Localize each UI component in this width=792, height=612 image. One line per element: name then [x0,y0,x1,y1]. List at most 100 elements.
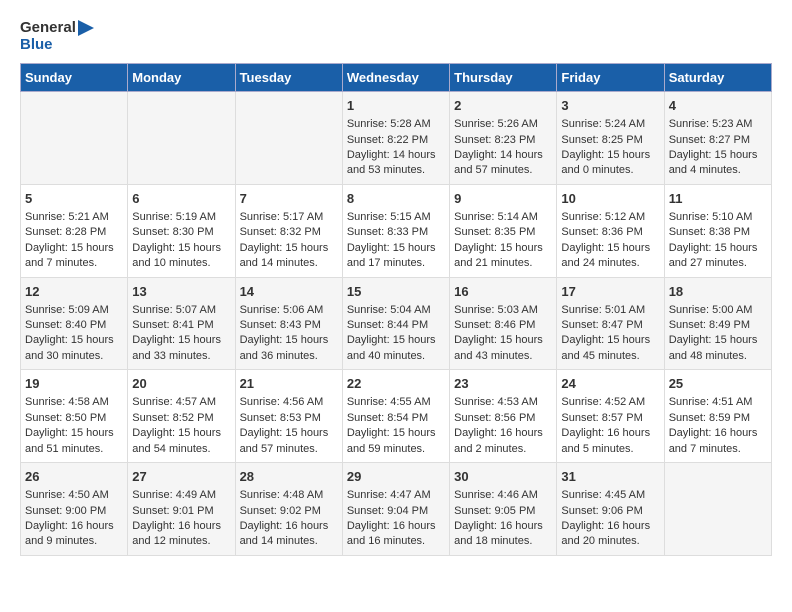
cell-text: Sunrise: 4:55 AM [347,396,431,408]
day-number: 11 [669,190,767,208]
cell-text: Sunset: 9:02 PM [240,505,321,517]
day-number: 17 [561,283,659,301]
cell-text: Sunrise: 4:45 AM [561,489,645,501]
day-number: 27 [132,468,230,486]
cell-text: Daylight: 15 hours [347,334,436,346]
header-day-monday: Monday [128,64,235,92]
cell-text: Daylight: 15 hours [347,427,436,439]
day-number: 22 [347,375,445,393]
day-number: 5 [25,190,123,208]
calendar-cell: 21Sunrise: 4:56 AMSunset: 8:53 PMDayligh… [235,370,342,463]
cell-text: Daylight: 15 hours [132,242,221,254]
cell-text: Sunset: 9:04 PM [347,505,428,517]
cell-text: Daylight: 16 hours [669,427,758,439]
calendar-cell [128,92,235,185]
calendar-cell: 26Sunrise: 4:50 AMSunset: 9:00 PMDayligh… [21,463,128,556]
day-number: 21 [240,375,338,393]
cell-text: Sunrise: 5:17 AM [240,211,324,223]
header-row: SundayMondayTuesdayWednesdayThursdayFrid… [21,64,772,92]
day-number: 10 [561,190,659,208]
cell-text: and 36 minutes. [240,350,318,362]
cell-text: Sunset: 8:23 PM [454,134,535,146]
cell-text: Sunrise: 5:07 AM [132,304,216,316]
day-number: 29 [347,468,445,486]
day-number: 28 [240,468,338,486]
cell-text: and 33 minutes. [132,350,210,362]
week-row-4: 19Sunrise: 4:58 AMSunset: 8:50 PMDayligh… [21,370,772,463]
calendar-cell [21,92,128,185]
cell-text: Daylight: 15 hours [25,242,114,254]
cell-text: and 53 minutes. [347,164,425,176]
calendar-cell: 30Sunrise: 4:46 AMSunset: 9:05 PMDayligh… [450,463,557,556]
cell-text: and 0 minutes. [561,164,633,176]
header-day-thursday: Thursday [450,64,557,92]
cell-text: Sunset: 8:41 PM [132,319,213,331]
calendar-cell [664,463,771,556]
cell-text: Sunrise: 5:00 AM [669,304,753,316]
cell-text: Daylight: 16 hours [561,427,650,439]
cell-text: and 9 minutes. [25,535,97,547]
cell-text: Sunrise: 5:19 AM [132,211,216,223]
cell-text: Sunrise: 4:57 AM [132,396,216,408]
cell-text: Sunset: 8:27 PM [669,134,750,146]
header-day-friday: Friday [557,64,664,92]
cell-text: and 5 minutes. [561,443,633,455]
cell-text: Daylight: 16 hours [454,520,543,532]
day-number: 25 [669,375,767,393]
day-number: 9 [454,190,552,208]
cell-text: Daylight: 15 hours [240,334,329,346]
cell-text: Daylight: 16 hours [347,520,436,532]
cell-text: Daylight: 16 hours [454,427,543,439]
calendar-cell: 10Sunrise: 5:12 AMSunset: 8:36 PMDayligh… [557,184,664,277]
cell-text: Sunset: 8:43 PM [240,319,321,331]
cell-text: Sunrise: 4:51 AM [669,396,753,408]
cell-text: Sunset: 8:59 PM [669,412,750,424]
day-number: 16 [454,283,552,301]
day-number: 1 [347,97,445,115]
cell-text: Daylight: 15 hours [669,242,758,254]
cell-text: Daylight: 15 hours [240,427,329,439]
cell-text: Daylight: 15 hours [25,334,114,346]
cell-text: and 59 minutes. [347,443,425,455]
cell-text: Sunrise: 4:48 AM [240,489,324,501]
day-number: 13 [132,283,230,301]
cell-text: Sunset: 8:46 PM [454,319,535,331]
calendar-cell: 18Sunrise: 5:00 AMSunset: 8:49 PMDayligh… [664,277,771,370]
cell-text: Sunset: 9:05 PM [454,505,535,517]
cell-text: Sunrise: 5:01 AM [561,304,645,316]
cell-text: Sunrise: 5:15 AM [347,211,431,223]
cell-text: Sunset: 9:00 PM [25,505,106,517]
week-row-5: 26Sunrise: 4:50 AMSunset: 9:00 PMDayligh… [21,463,772,556]
cell-text: Sunset: 8:30 PM [132,226,213,238]
cell-text: Sunrise: 4:53 AM [454,396,538,408]
cell-text: Sunset: 8:35 PM [454,226,535,238]
cell-text: and 57 minutes. [240,443,318,455]
cell-text: and 40 minutes. [347,350,425,362]
cell-text: Sunset: 8:36 PM [561,226,642,238]
cell-text: and 43 minutes. [454,350,532,362]
cell-text: Sunset: 8:22 PM [347,134,428,146]
cell-text: Sunrise: 5:10 AM [669,211,753,223]
day-number: 4 [669,97,767,115]
cell-text: Daylight: 14 hours [454,149,543,161]
header-day-wednesday: Wednesday [342,64,449,92]
cell-text: Sunrise: 5:28 AM [347,118,431,130]
day-number: 14 [240,283,338,301]
day-number: 8 [347,190,445,208]
header-day-sunday: Sunday [21,64,128,92]
cell-text: Daylight: 15 hours [561,242,650,254]
calendar-cell: 3Sunrise: 5:24 AMSunset: 8:25 PMDaylight… [557,92,664,185]
cell-text: Daylight: 15 hours [669,334,758,346]
cell-text: and 7 minutes. [669,443,741,455]
cell-text: and 24 minutes. [561,257,639,269]
cell-text: and 51 minutes. [25,443,103,455]
cell-text: Sunrise: 4:49 AM [132,489,216,501]
calendar-cell: 24Sunrise: 4:52 AMSunset: 8:57 PMDayligh… [557,370,664,463]
cell-text: Daylight: 16 hours [240,520,329,532]
day-number: 30 [454,468,552,486]
calendar-cell: 6Sunrise: 5:19 AMSunset: 8:30 PMDaylight… [128,184,235,277]
cell-text: Daylight: 15 hours [25,427,114,439]
day-number: 15 [347,283,445,301]
cell-text: Sunset: 8:40 PM [25,319,106,331]
calendar-cell: 9Sunrise: 5:14 AMSunset: 8:35 PMDaylight… [450,184,557,277]
